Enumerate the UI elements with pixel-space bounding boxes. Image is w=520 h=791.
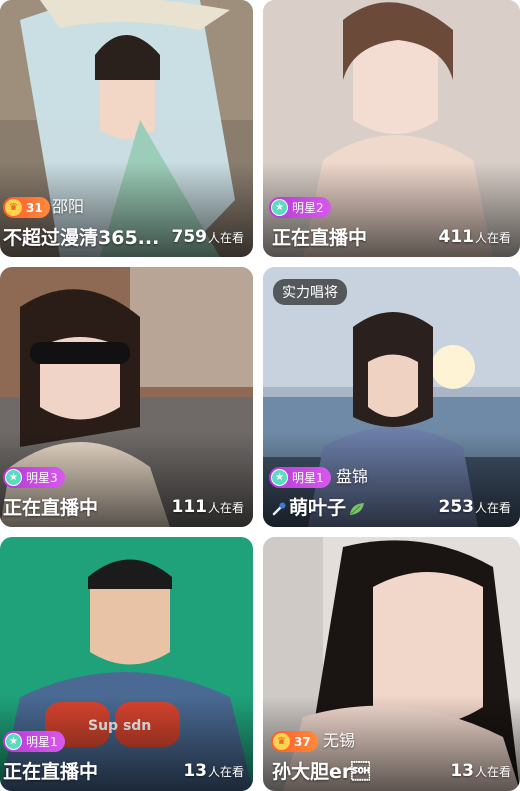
star-rank-icon: ★ xyxy=(5,733,22,750)
category-tag: 实力唱将 xyxy=(273,279,347,305)
streamer-name: 萌叶子 xyxy=(289,497,347,519)
viewer-count: 253 人在看 xyxy=(438,497,511,517)
star-rank-icon: ★ xyxy=(271,199,288,216)
leaf-icon xyxy=(350,502,365,515)
viewer-count: 759 人在看 xyxy=(171,227,244,247)
stream-title: 孙大胆er xyxy=(272,761,371,783)
viewer-count: 411 人在看 xyxy=(438,227,511,247)
live-card-1[interactable]: ♛ 31 邵阳 不超过漫清365... 759 人在看 xyxy=(0,0,253,257)
viewer-count: 13 人在看 xyxy=(450,761,511,781)
level-crown-icon: ♛ xyxy=(5,199,22,216)
stream-title: 萌叶子 xyxy=(272,493,365,520)
mic-icon xyxy=(272,502,286,515)
live-card-4[interactable]: 实力唱将 ★ 明星1 盘锦 萌叶子 253 人在看 xyxy=(263,267,520,527)
live-card-3[interactable]: ★ 明星3 正在直播中 111 人在看 xyxy=(0,267,253,527)
location-label: 无锡 xyxy=(323,731,356,750)
level-badge: ♛ 31 xyxy=(3,197,50,218)
level-crown-icon: ♛ xyxy=(273,733,290,750)
location-label: 盘锦 xyxy=(336,467,369,486)
star-badge: ★ 明星1 xyxy=(269,467,331,488)
viewer-count: 13 人在看 xyxy=(183,761,244,781)
stream-title: 正在直播中 xyxy=(272,227,368,249)
star-rank-icon: ★ xyxy=(5,469,22,486)
stream-title: 正在直播中 xyxy=(3,497,99,519)
star-badge: ★ 明星2 xyxy=(269,197,331,218)
star-rank-icon: ★ xyxy=(271,469,288,486)
stream-title: 不超过漫清365... xyxy=(3,227,160,249)
stream-title: 正在直播中 xyxy=(3,761,99,783)
viewer-count: 111 人在看 xyxy=(171,497,244,517)
star-badge: ★ 明星1 xyxy=(3,731,65,752)
live-card-2[interactable]: ★ 明星2 正在直播中 411 人在看 xyxy=(263,0,520,257)
location-label: 邵阳 xyxy=(52,197,85,216)
live-card-5[interactable]: Sup sdn ★ 明星1 正在直播中 13 人在看 xyxy=(0,537,253,791)
level-badge: ♛ 37 xyxy=(271,731,318,752)
star-badge: ★ 明星3 xyxy=(3,467,65,488)
live-card-6[interactable]: ♛ 37 无锡 孙大胆er 13 人在看 xyxy=(263,537,520,791)
